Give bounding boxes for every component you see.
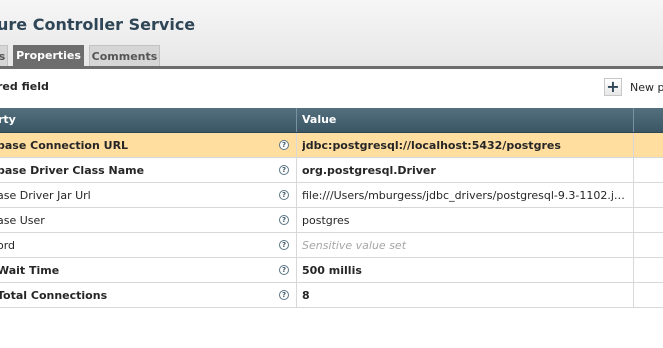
properties-table: rty Value base Connection URL ? jdbc:pos…: [0, 108, 663, 308]
column-divider: [296, 283, 297, 307]
column-divider: [633, 108, 634, 132]
plus-icon[interactable]: +: [604, 78, 622, 96]
column-divider: [633, 283, 634, 307]
property-name: Total Connections: [0, 289, 108, 302]
help-icon[interactable]: ?: [279, 240, 289, 250]
help-icon[interactable]: ?: [279, 290, 289, 300]
table-row[interactable]: base Driver Class Name ? org.postgresql.…: [0, 158, 663, 183]
column-divider: [633, 183, 634, 207]
property-value[interactable]: postgres: [302, 214, 630, 227]
dialog-header: ure Controller Service s Properties Comm…: [0, 0, 663, 66]
property-value[interactable]: file:///Users/mburgess/jdbc_drivers/post…: [302, 189, 630, 202]
tab-settings[interactable]: s: [0, 45, 8, 66]
table-row[interactable]: Total Connections ? 8: [0, 283, 663, 308]
column-divider: [296, 208, 297, 232]
column-divider: [633, 158, 634, 182]
column-divider: [296, 233, 297, 257]
column-divider: [296, 133, 297, 157]
help-icon[interactable]: ?: [279, 165, 289, 175]
help-icon[interactable]: ?: [279, 190, 289, 200]
property-name: ase Driver Jar Url: [0, 189, 91, 202]
table-row[interactable]: ord ? Sensitive value set: [0, 233, 663, 258]
column-divider: [633, 258, 634, 282]
help-icon[interactable]: ?: [279, 140, 289, 150]
table-row[interactable]: Wait Time ? 500 millis: [0, 258, 663, 283]
column-divider: [633, 133, 634, 157]
tab-strip: [0, 66, 663, 69]
table-row[interactable]: ase Driver Jar Url ? file:///Users/mburg…: [0, 183, 663, 208]
new-property-label[interactable]: New pr: [630, 81, 663, 94]
property-value[interactable]: Sensitive value set: [302, 239, 630, 252]
dialog-title: ure Controller Service: [0, 15, 196, 34]
property-name: Wait Time: [0, 264, 60, 277]
tab-settings-label: s: [0, 50, 5, 63]
property-value[interactable]: 500 millis: [302, 264, 630, 277]
column-divider: [633, 208, 634, 232]
column-header-value[interactable]: Value: [302, 113, 336, 126]
table-row[interactable]: base Connection URL ? jdbc:postgresql://…: [0, 133, 663, 158]
property-name: ase User: [0, 214, 45, 227]
help-icon[interactable]: ?: [279, 215, 289, 225]
property-value[interactable]: jdbc:postgresql://localhost:5432/postgre…: [302, 139, 630, 152]
column-divider: [296, 158, 297, 182]
property-name: base Connection URL: [0, 139, 129, 152]
column-divider: [296, 108, 297, 132]
property-name: base Driver Class Name: [0, 164, 145, 177]
help-icon[interactable]: ?: [279, 265, 289, 275]
column-divider: [296, 258, 297, 282]
column-header-property[interactable]: rty: [0, 113, 16, 126]
tab-comments[interactable]: Comments: [89, 45, 160, 66]
tab-comments-label: Comments: [91, 50, 158, 63]
property-value[interactable]: 8: [302, 289, 630, 302]
property-value[interactable]: org.postgresql.Driver: [302, 164, 630, 177]
column-divider: [633, 233, 634, 257]
tab-properties[interactable]: Properties: [13, 45, 84, 66]
property-name: ord: [0, 239, 16, 252]
required-field-note: red field: [0, 80, 49, 93]
table-header: rty Value: [0, 108, 663, 133]
tab-properties-label: Properties: [16, 49, 81, 62]
column-divider: [296, 183, 297, 207]
table-row[interactable]: ase User ? postgres: [0, 208, 663, 233]
